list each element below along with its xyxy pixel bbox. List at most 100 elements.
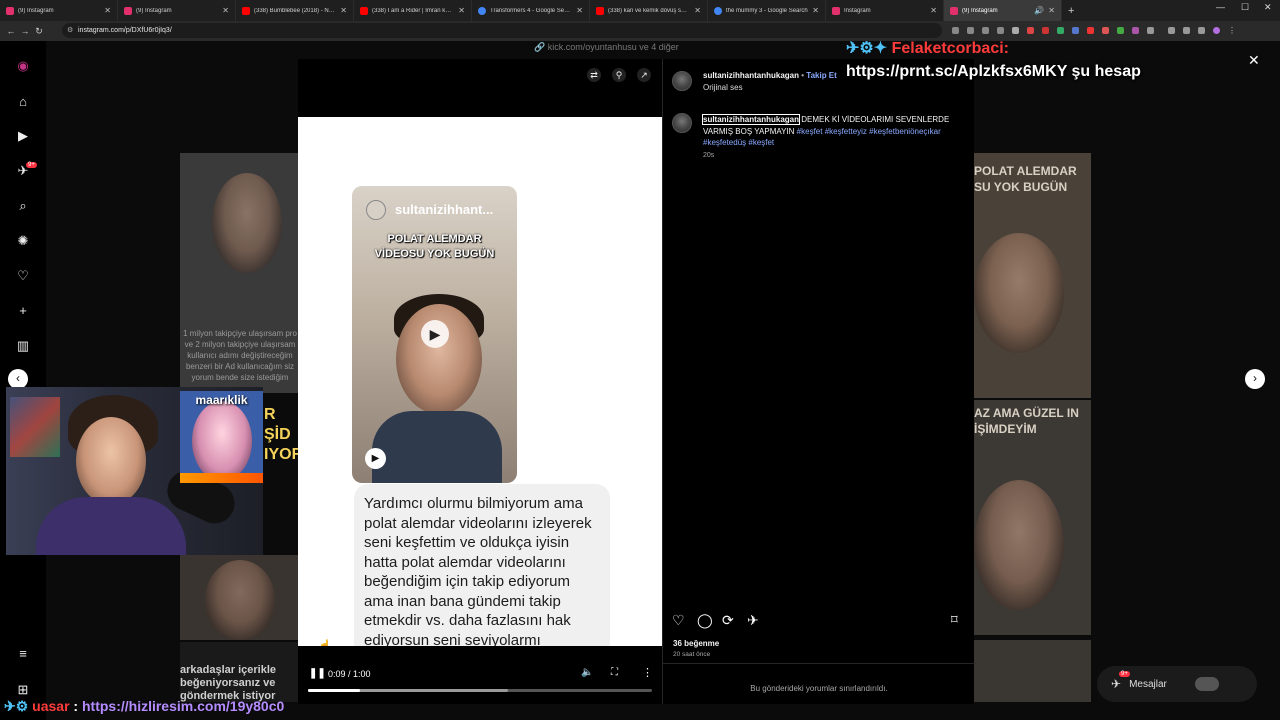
caption-username[interactable]: sultanizihhantanhukagan: [701, 114, 801, 125]
browser-tab[interactable]: (9) Instagram ✕: [0, 0, 118, 21]
person-face: [974, 480, 1064, 610]
extension-icon[interactable]: [1027, 27, 1034, 34]
share-icon[interactable]: ✈: [747, 612, 759, 629]
overlay-bottom-message: https://hizliresim.com/19y80c0: [81, 698, 285, 714]
heart-icon[interactable]: ♡: [14, 267, 32, 285]
extension-icon[interactable]: [1042, 27, 1049, 34]
speaker-icon: 🔊: [1034, 6, 1045, 15]
more-menu-icon[interactable]: ≡: [14, 645, 32, 663]
close-tab-icon[interactable]: ✕: [458, 6, 465, 15]
maximize-icon[interactable]: ☐: [1241, 2, 1249, 13]
address-bar[interactable]: ⚙ instagram.com/p/DXfU6r0jIq3/: [62, 23, 942, 38]
background-link-text: kick.com/oyuntanhusu ve 4 diğer: [547, 42, 679, 52]
browser-tab[interactable]: (338) Bumblebee (2018) - New ✕: [236, 0, 354, 21]
dashboard-icon[interactable]: ▥: [14, 337, 32, 355]
meta-icon[interactable]: ⊞: [14, 681, 32, 699]
browser-tab[interactable]: Transformers 4 - Google Search ✕: [472, 0, 590, 21]
extension-icon[interactable]: [1102, 27, 1109, 34]
share-icon[interactable]: [997, 27, 1004, 34]
open-external-icon[interactable]: ↗: [637, 68, 651, 82]
close-tab-icon[interactable]: ✕: [930, 6, 937, 15]
extension-icon[interactable]: [1057, 27, 1064, 34]
like-heart-icon[interactable]: ♡: [672, 612, 685, 629]
volume-icon[interactable]: 🔈: [581, 667, 593, 678]
site-info-icon[interactable]: ⚙: [67, 23, 73, 38]
extension-icon[interactable]: [1132, 27, 1139, 34]
video-player[interactable]: ⇄ ⚲ ↗ sultanizihhant... POLAT ALEMDAR Vİ…: [298, 59, 662, 704]
create-icon[interactable]: +: [14, 302, 32, 320]
audio-label[interactable]: Orijinal ses: [703, 83, 743, 92]
save-bookmark-icon[interactable]: ⌑: [951, 612, 958, 628]
repost-icon[interactable]: ⟳: [722, 612, 734, 629]
toolbar-icons: ⋮: [948, 27, 1239, 35]
translate-icon[interactable]: [952, 27, 959, 34]
messages-button[interactable]: ✈ 9+ Mesajlar: [1097, 666, 1257, 702]
next-post-button[interactable]: ›: [1245, 369, 1265, 389]
back-icon[interactable]: ←: [4, 26, 18, 36]
author-avatar[interactable]: [672, 71, 692, 91]
reels-icon[interactable]: ▶: [14, 127, 32, 145]
browser-tab-active[interactable]: (9) Instagram 🔊 ✕: [944, 0, 1062, 21]
browser-menu-icon[interactable]: ⋮: [1228, 27, 1236, 35]
google-icon: [478, 6, 486, 15]
download-icon[interactable]: [1168, 27, 1175, 34]
close-tab-icon[interactable]: ✕: [812, 6, 819, 15]
inset-caption: maarıklik: [195, 393, 248, 407]
pin-icon[interactable]: ⚲: [612, 68, 626, 82]
extension-icon[interactable]: [1087, 27, 1094, 34]
streamer-shirt: [36, 497, 186, 555]
person-face: [205, 560, 275, 640]
recent-avatars: [1194, 677, 1219, 691]
author-username[interactable]: sultanizihhantanhukagan: [703, 71, 799, 80]
instagram-logo-icon[interactable]: ◉: [14, 57, 32, 75]
home-icon[interactable]: ⌂: [14, 93, 32, 111]
close-tab-icon[interactable]: ✕: [576, 6, 583, 15]
background-post-thumbnail: AZ AMA GÜZEL IN İŞİMDEYİM: [974, 400, 1091, 635]
close-modal-icon[interactable]: ✕: [1248, 52, 1260, 69]
zoom-icon[interactable]: [967, 27, 974, 34]
pause-icon[interactable]: ❚❚: [309, 668, 326, 679]
caption-avatar[interactable]: [672, 113, 692, 133]
extension-icon[interactable]: [1117, 27, 1124, 34]
profile-avatar[interactable]: [1213, 27, 1220, 34]
fullscreen-icon[interactable]: ⛶: [611, 667, 618, 678]
extensions-puzzle-icon[interactable]: [1147, 27, 1154, 34]
sidebar-panel-icon[interactable]: [1183, 27, 1190, 34]
close-tab-icon[interactable]: ✕: [222, 6, 229, 15]
more-options-icon[interactable]: ⋮: [642, 666, 653, 679]
cast-icon[interactable]: [982, 27, 989, 34]
loop-icon[interactable]: ⇄: [587, 68, 601, 82]
reload-icon[interactable]: ↻: [32, 26, 46, 37]
background-post-thumbnail: 1 milyon takipçiye ulaşırsam pro ve 2 mi…: [180, 153, 298, 393]
browser-tab[interactable]: (338) kan ve kemik dövüş sahnes ✕: [590, 0, 708, 21]
previous-post-button[interactable]: ‹: [8, 369, 28, 389]
comment-icon[interactable]: ◯: [697, 612, 713, 629]
forward-icon[interactable]: →: [18, 26, 32, 36]
reel-preview[interactable]: sultanizihhant... POLAT ALEMDAR VİDEOSU …: [352, 186, 517, 483]
browser-tab[interactable]: (9) Instagram ✕: [118, 0, 236, 21]
search-icon[interactable]: ⌕: [14, 197, 32, 215]
close-tab-icon[interactable]: ✕: [340, 6, 347, 15]
instagram-icon: [124, 6, 132, 15]
progress-track[interactable]: [308, 689, 652, 692]
browser-tab[interactable]: (338) I am a Rider | Imran khan ✕: [354, 0, 472, 21]
background-link: 🔗 kick.com/oyuntanhusu ve 4 diğer: [534, 42, 679, 52]
play-icon[interactable]: ▶: [421, 320, 449, 348]
new-tab-button[interactable]: +: [1062, 5, 1080, 17]
like-count[interactable]: 36 beğenme: [673, 639, 719, 648]
follow-button[interactable]: Takip Et: [806, 71, 837, 80]
messages-icon: ✈: [1111, 677, 1122, 691]
browser-tab[interactable]: the mummy 3 - Google Search ✕: [708, 0, 826, 21]
bookmark-star-icon[interactable]: [1012, 27, 1019, 34]
explore-icon[interactable]: ✺: [14, 232, 32, 250]
close-tab-icon[interactable]: ✕: [1048, 6, 1055, 15]
close-window-icon[interactable]: ✕: [1264, 2, 1272, 13]
close-tab-icon[interactable]: ✕: [104, 6, 111, 15]
tab-search-icon[interactable]: [1198, 27, 1205, 34]
background-caption: POLAT ALEMDAR SU YOK BUGÜN: [974, 164, 1077, 194]
close-tab-icon[interactable]: ✕: [694, 6, 701, 15]
minimize-icon[interactable]: —: [1216, 2, 1225, 12]
overlay-bottom-user: uasar: [32, 698, 70, 714]
browser-tab[interactable]: Instagram ✕: [826, 0, 944, 21]
extension-icon[interactable]: [1072, 27, 1079, 34]
